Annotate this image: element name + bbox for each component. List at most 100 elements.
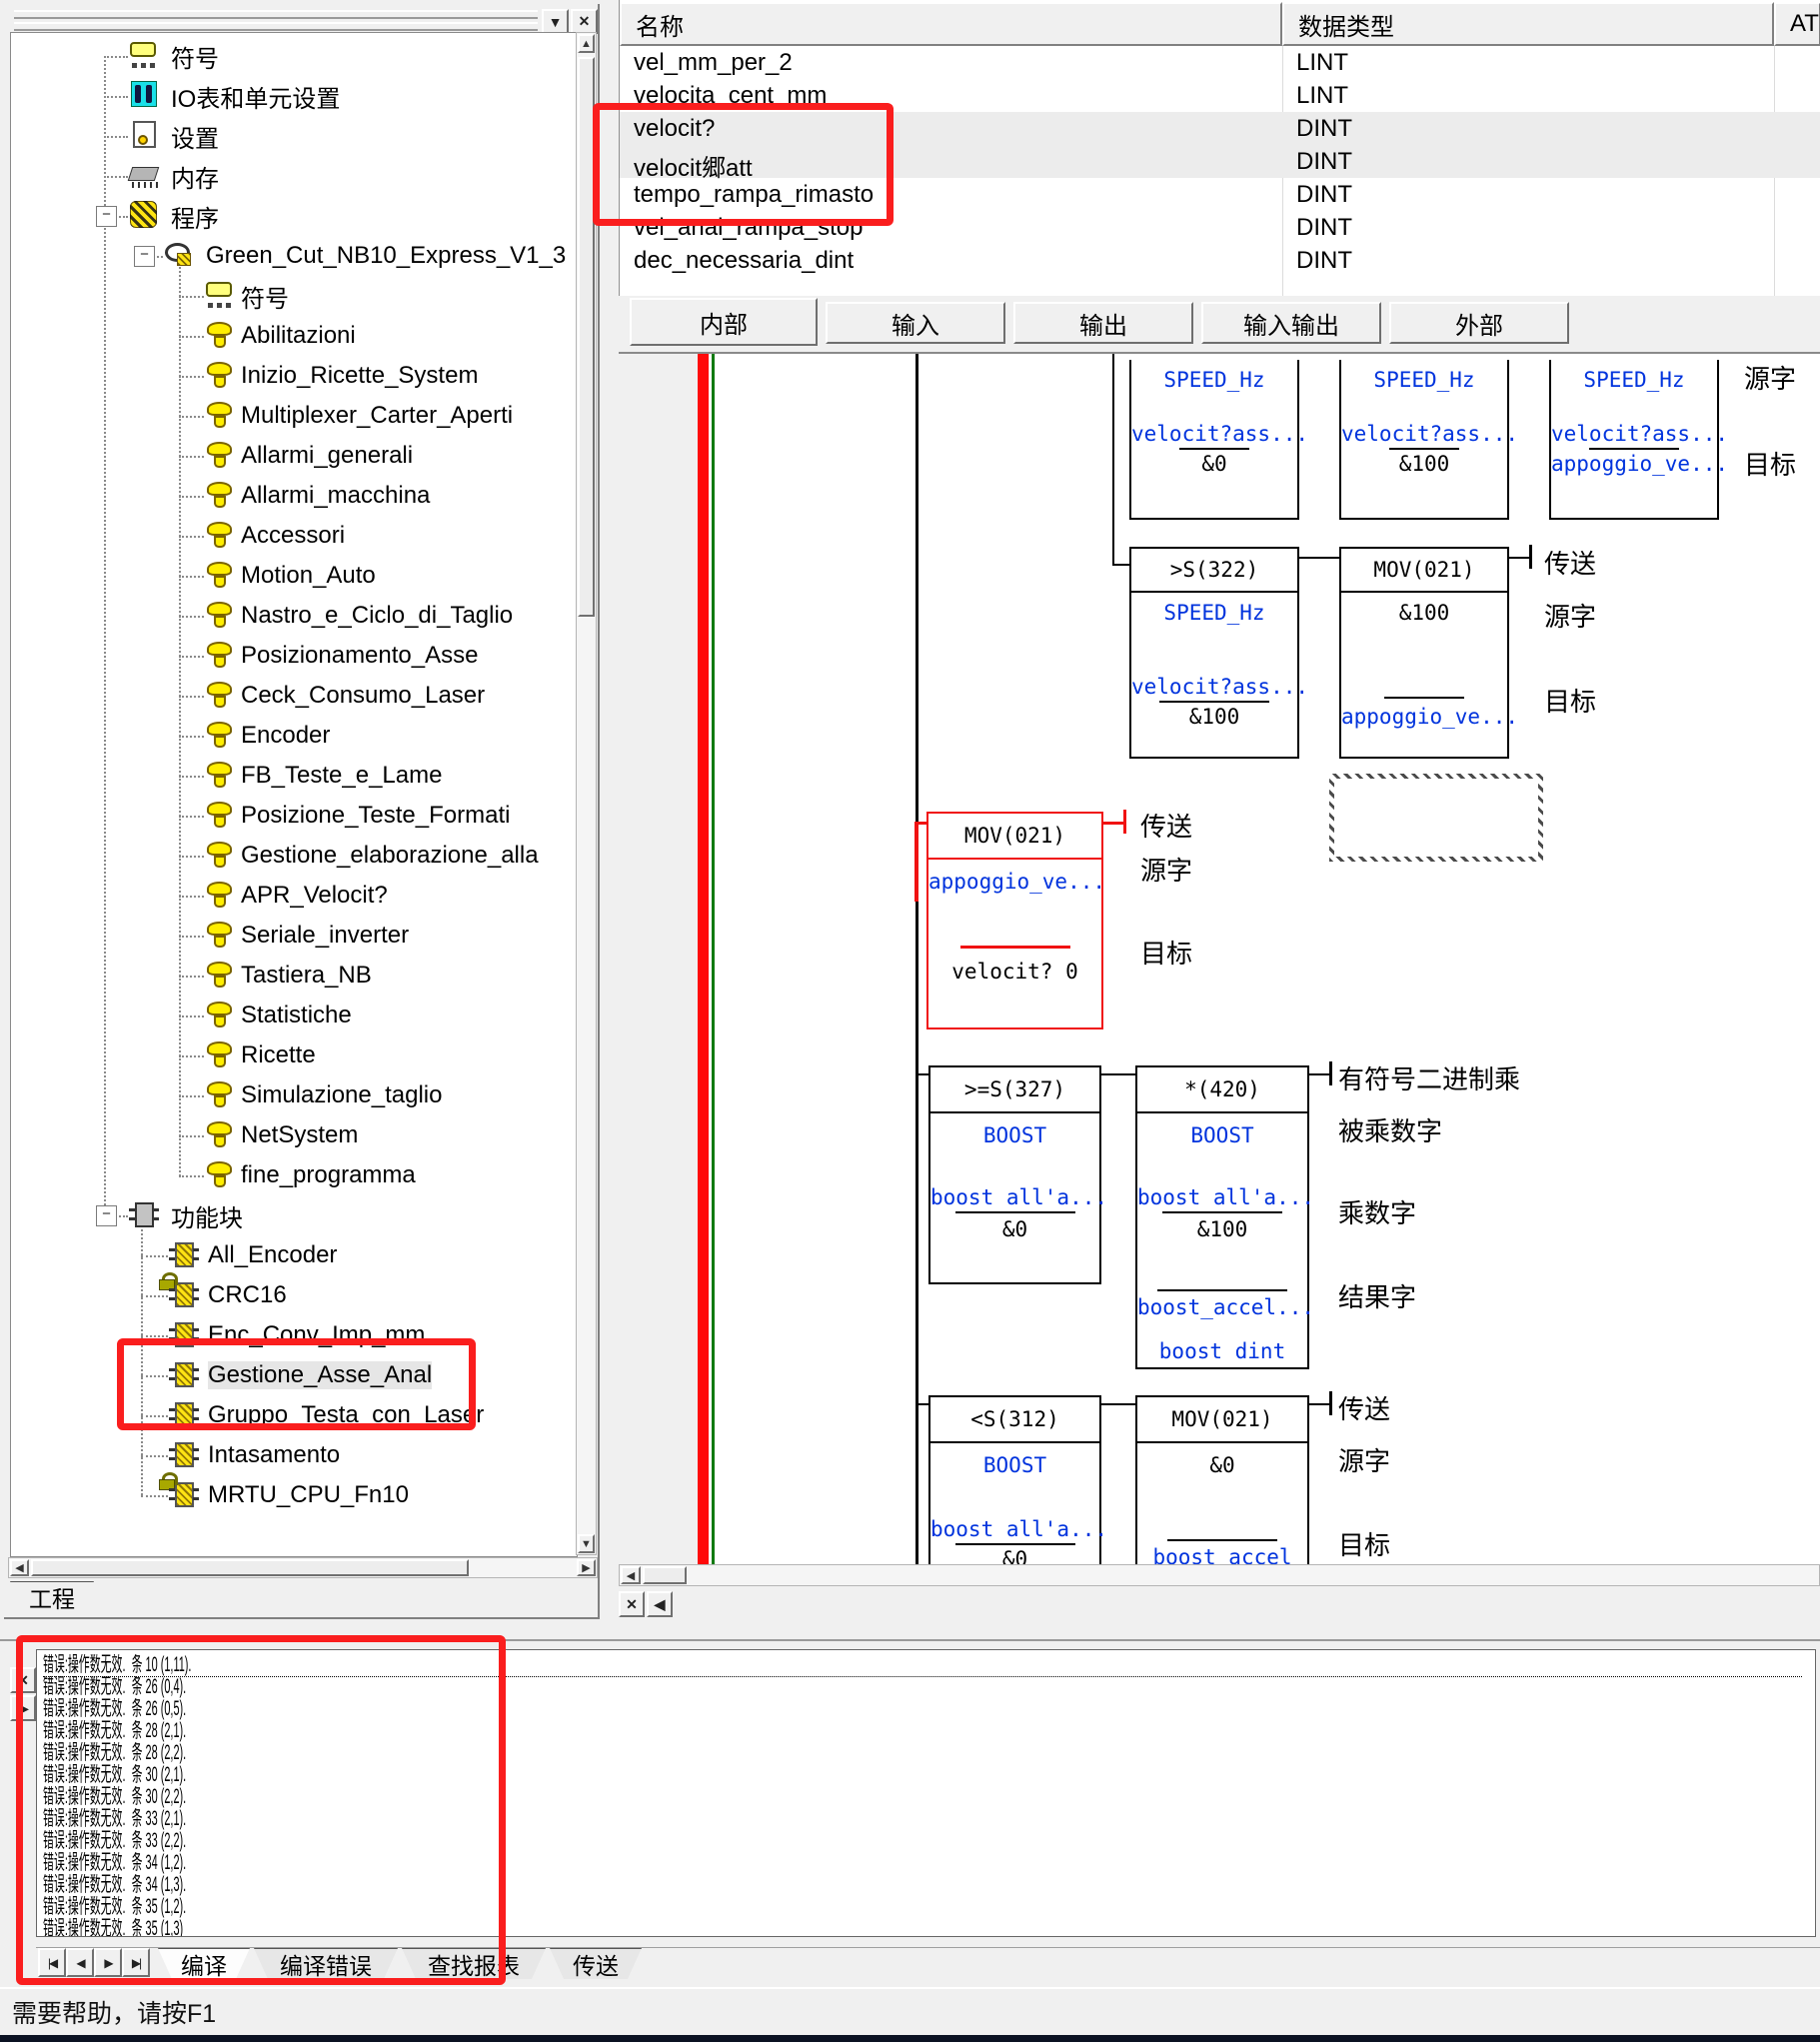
last-page-icon[interactable]: ▶|	[122, 1948, 150, 1977]
instruction-block-lt[interactable]: <S(312) BOOST boost all'a... &0	[928, 1395, 1101, 1564]
tree-item-All_Encoder[interactable]: All_Encoder	[11, 1235, 577, 1275]
tree-horizontal-scrollbar[interactable]: ◀ ▶	[8, 1557, 598, 1578]
tree-item-Green_Cut_NB10_Express_V1_3[interactable]: −Green_Cut_NB10_Express_V1_3	[11, 236, 577, 276]
tree-item-MRTU_CPU_Fn10[interactable]: MRTU_CPU_Fn10	[11, 1475, 577, 1515]
table-row-vel_anal_rampa_stop[interactable]: vel_anal_rampa_stopDINT	[620, 211, 1820, 244]
error-line[interactable]: 错误:操作数无效. 条 34 (1,2).	[43, 1852, 1802, 1874]
tree-item-CRC16[interactable]: CRC16	[11, 1275, 577, 1315]
tree-item-Encoder[interactable]: Encoder	[11, 716, 577, 756]
tree-item-Allarmi_generali[interactable]: Allarmi_generali	[11, 436, 577, 476]
table-row-vel_mm_per_2[interactable]: vel_mm_per_2LINT	[620, 46, 1820, 79]
ladder-editor[interactable]: SPEED_Hz velocit?ass... &0 SPEED_Hz velo…	[619, 352, 1820, 1564]
expand-collapse-icon[interactable]: −	[96, 206, 117, 227]
pane-prev-icon[interactable]: ◀	[647, 1591, 673, 1617]
tree-vertical-scrollbar[interactable]: ▲ ▼	[576, 32, 597, 1555]
titlebar-gripper[interactable]	[14, 10, 538, 31]
table-row-velocit?[interactable]: velocit?DINT	[620, 112, 1820, 145]
error-line[interactable]: 错误:操作数无效. 条 26 (0,5).	[43, 1698, 1802, 1720]
error-line[interactable]: 错误:操作数无效. 条 26 (0,4).	[43, 1676, 1802, 1698]
tree-item-Motion_Auto[interactable]: Motion_Auto	[11, 556, 577, 596]
column-header-name[interactable]: 名称	[620, 2, 1282, 46]
tree-item-Enc_Conv_Imp_mm[interactable]: Enc_Conv_Imp_mm	[11, 1315, 577, 1355]
tree-item-Simulazione_taglio[interactable]: Simulazione_taglio	[11, 1075, 577, 1115]
tree-item-APR_Velocit?[interactable]: APR_Velocit?	[11, 876, 577, 916]
instruction-block-gt[interactable]: >S(322) SPEED_Hz velocit?ass... &100	[1129, 547, 1299, 759]
error-line[interactable]: 错误:操作数无效. 条 33 (2,2).	[43, 1830, 1802, 1852]
tree-item-Seriale_inverter[interactable]: Seriale_inverter	[11, 916, 577, 956]
tree-item-符号[interactable]: 符号	[11, 36, 577, 76]
error-line[interactable]: 错误:操作数无效. 条 28 (2,2).	[43, 1742, 1802, 1764]
tab-输出[interactable]: 输出	[1013, 302, 1193, 344]
tree-item-Statistiche[interactable]: Statistiche	[11, 996, 577, 1035]
error-line[interactable]: 错误:操作数无效. 条 10 (1,11).	[43, 1654, 1802, 1677]
tree-item-功能块[interactable]: −功能块	[11, 1195, 577, 1235]
error-line[interactable]: 错误:操作数无效. 条 30 (2,1).	[43, 1764, 1802, 1786]
table-row-dec_necessaria_dint[interactable]: dec_necessaria_dintDINT	[620, 244, 1820, 277]
tree-item-Gestione_Asse_Anal[interactable]: Gestione_Asse_Anal	[11, 1355, 577, 1395]
error-line[interactable]: 错误:操作数无效. 条 35 (1,2).	[43, 1896, 1802, 1918]
tree-item-Tastiera_NB[interactable]: Tastiera_NB	[11, 956, 577, 996]
instruction-block-mul[interactable]: *(420) BOOST boost all'a... &100 boost_a…	[1135, 1065, 1309, 1369]
tree-item-Gruppo_Testa_con_Laser[interactable]: Gruppo_Testa_con_Laser	[11, 1395, 577, 1435]
first-page-icon[interactable]: |◀	[38, 1948, 66, 1977]
error-line[interactable]: 错误:操作数无效. 条 33 (2,1).	[43, 1808, 1802, 1830]
tree-item-Accessori[interactable]: Accessori	[11, 516, 577, 556]
table-row-tempo_rampa_rimasto[interactable]: tempo_rampa_rimastoDINT	[620, 178, 1820, 211]
tree-item-IO表和单元设置[interactable]: IO表和单元设置	[11, 76, 577, 116]
expand-collapse-icon[interactable]: −	[96, 1205, 117, 1226]
tab-输入[interactable]: 输入	[826, 302, 1005, 344]
error-line[interactable]: 错误:操作数无效. 条 35 (1,3)	[43, 1918, 1802, 1937]
error-line[interactable]: 错误:操作数无效. 条 28 (2,1).	[43, 1720, 1802, 1742]
instruction-block-mov[interactable]: MOV(021) &100 appoggio_ve...	[1339, 547, 1509, 759]
tree-item-Ceck_Consumo_Laser[interactable]: Ceck_Consumo_Laser	[11, 676, 577, 716]
instruction-block-mov-error[interactable]: MOV(021) appoggio_ve... velocit? 0	[926, 812, 1103, 1029]
table-row-velocit郷att[interactable]: velocit郷attDINT	[620, 145, 1820, 178]
tree-item-Gestione_elaborazione_alla[interactable]: Gestione_elaborazione_alla	[11, 836, 577, 876]
tree-item-Abilitazioni[interactable]: Abilitazioni	[11, 316, 577, 356]
output-tab-编译[interactable]: 编译	[158, 1948, 250, 1979]
prev-page-icon[interactable]: ◀	[66, 1948, 94, 1977]
tab-外部[interactable]: 外部	[1389, 302, 1569, 344]
next-page-icon[interactable]: ▶	[94, 1948, 122, 1977]
pane-close-icon[interactable]: ✕	[619, 1591, 645, 1617]
tab-内部[interactable]: 内部	[630, 298, 818, 346]
output-tab-查找报表[interactable]: 查找报表	[402, 1948, 546, 1979]
ladder-horizontal-scrollbar[interactable]: ◀	[619, 1564, 1820, 1586]
tree-item-Allarmi_macchina[interactable]: Allarmi_macchina	[11, 476, 577, 516]
output-tab-编译错误[interactable]: 编译错误	[254, 1948, 398, 1979]
error-line[interactable]: 错误:操作数无效. 条 34 (1,3).	[43, 1874, 1802, 1896]
tree-item-Ricette[interactable]: Ricette	[11, 1035, 577, 1075]
column-header-datatype[interactable]: 数据类型	[1282, 2, 1774, 46]
instruction-block-speed3[interactable]: SPEED_Hz velocit?ass... appoggio_ve...	[1549, 360, 1719, 520]
tree-item-fine_programma[interactable]: fine_programma	[11, 1155, 577, 1195]
tree-item-设置[interactable]: 设置	[11, 116, 577, 156]
expand-collapse-icon[interactable]: −	[134, 246, 155, 267]
table-row-velocita_cent_mm[interactable]: velocita_cent_mmLINT	[620, 79, 1820, 112]
error-line[interactable]: 错误:操作数无效. 条 30 (2,2).	[43, 1786, 1802, 1808]
tree-item-Posizionamento_Asse[interactable]: Posizionamento_Asse	[11, 636, 577, 676]
tree-item-Intasamento[interactable]: Intasamento	[11, 1435, 577, 1475]
instruction-block-speed2[interactable]: SPEED_Hz velocit?ass... &100	[1339, 360, 1509, 520]
instruction-block-mov2[interactable]: MOV(021) &0 boost_accel	[1135, 1395, 1309, 1564]
compile-error-list[interactable]: 错误:操作数无效. 条 10 (1,11).错误:操作数无效. 条 26 (0,…	[36, 1649, 1816, 1937]
tree-item-Inizio_Ricette_System[interactable]: Inizio_Ricette_System	[11, 356, 577, 396]
tree-item-Nastro_e_Ciclo_di_Taglio[interactable]: Nastro_e_Ciclo_di_Taglio	[11, 596, 577, 636]
tab-project[interactable]: 工程	[10, 1581, 94, 1612]
column-header-at[interactable]: AT	[1774, 2, 1820, 46]
tree-item-label: Multiplexer_Carter_Aperti	[241, 402, 513, 430]
tree-item-Posizione_Teste_Formati[interactable]: Posizione_Teste_Formati	[11, 796, 577, 836]
tree-item-Multiplexer_Carter_Aperti[interactable]: Multiplexer_Carter_Aperti	[11, 396, 577, 436]
output-tab-传送[interactable]: 传送	[550, 1948, 642, 1979]
tab-输入输出[interactable]: 输入输出	[1201, 302, 1381, 344]
tree-item-NetSystem[interactable]: NetSystem	[11, 1115, 577, 1155]
tree-item-程序[interactable]: −程序	[11, 196, 577, 236]
instruction-block-ge[interactable]: >=S(327) BOOST boost all'a... &0	[928, 1065, 1101, 1284]
output-scroll-up-icon[interactable]: ✕	[10, 1667, 36, 1693]
chevron-down-icon[interactable]: ▼	[542, 9, 569, 34]
tree-item-FB_Teste_e_Lame[interactable]: FB_Teste_e_Lame	[11, 756, 577, 796]
tree-item-符号[interactable]: 符号	[11, 276, 577, 316]
instruction-block-speed1[interactable]: SPEED_Hz velocit?ass... &0	[1129, 360, 1299, 520]
close-icon[interactable]: ✕	[571, 9, 598, 34]
tree-item-内存[interactable]: 内存	[11, 156, 577, 196]
output-scroll-down-icon[interactable]: ▶	[10, 1695, 36, 1721]
